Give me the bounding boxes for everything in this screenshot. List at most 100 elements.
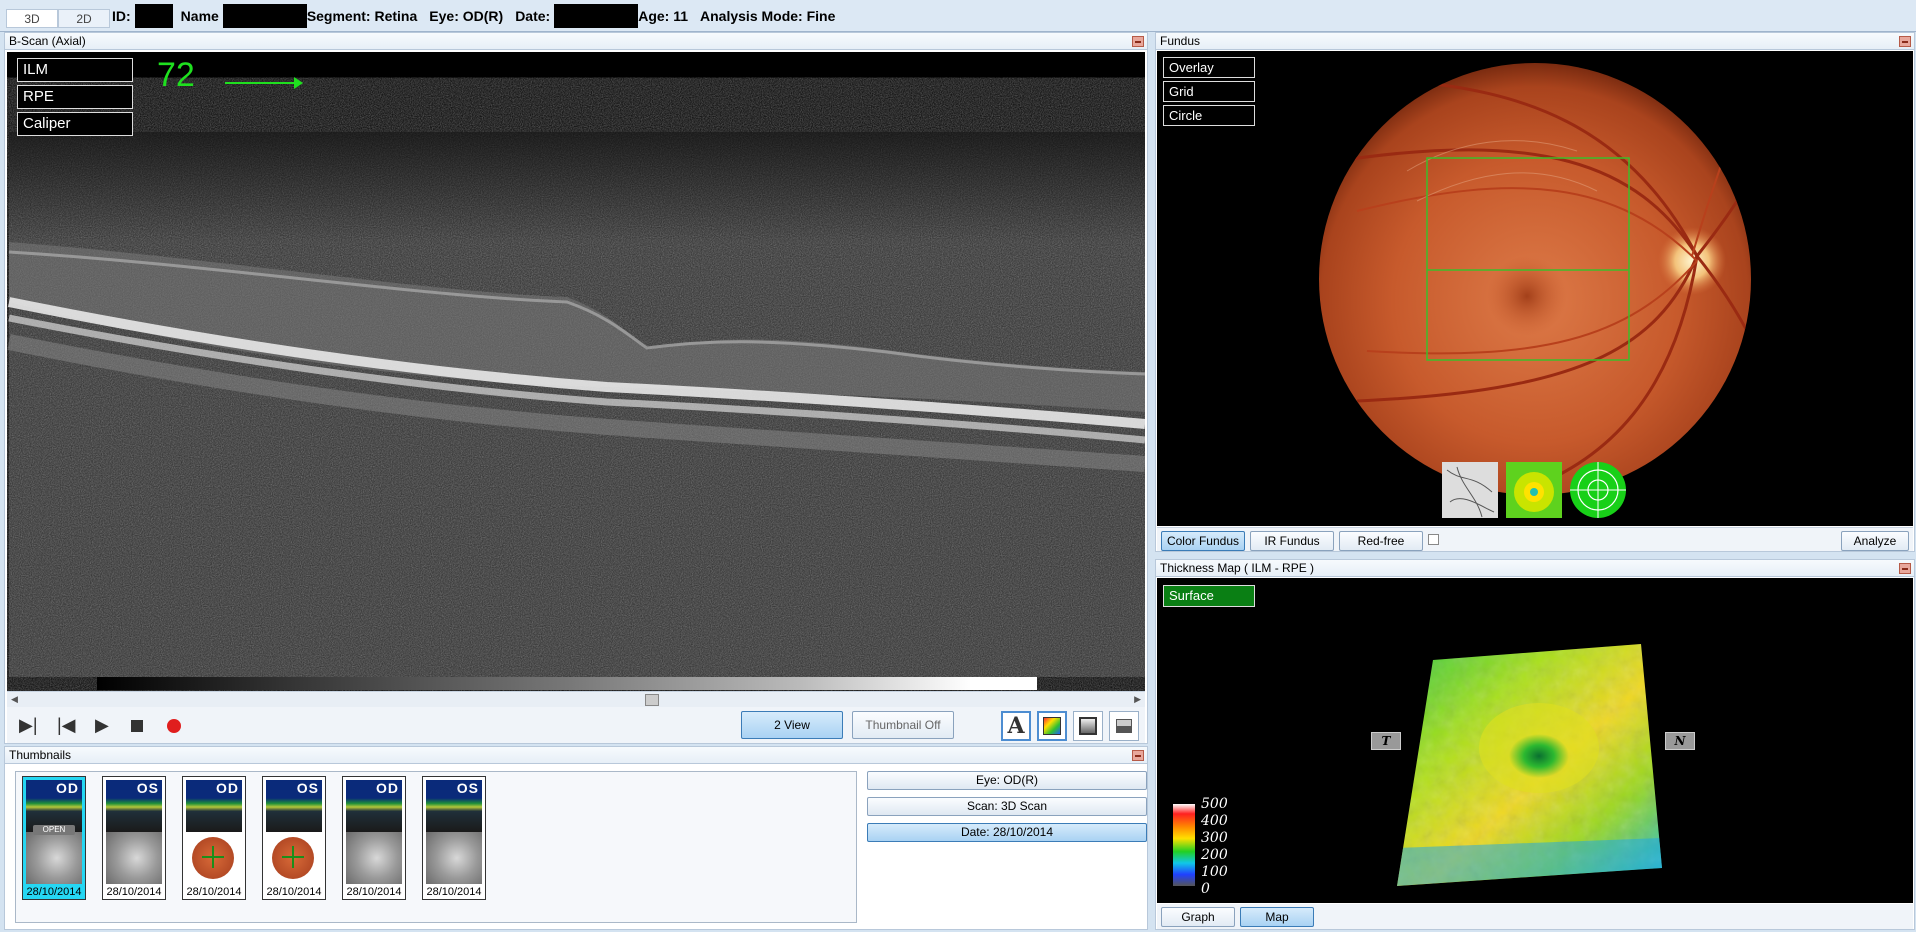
- map-button[interactable]: Map: [1240, 907, 1314, 927]
- minimize-icon[interactable]: [1132, 750, 1144, 761]
- tab-3d[interactable]: 3D: [6, 9, 58, 28]
- grid-button[interactable]: Grid: [1163, 81, 1255, 102]
- playback-controls: ▶| |◀ ▶ 2 View Thumbnail Off A: [7, 707, 1145, 743]
- invert-icon: [1116, 719, 1132, 733]
- thumbnail-list: OD OPEN 28/10/2014 OS 28/10/2014 OD 28/1…: [15, 771, 857, 923]
- bscan-title-text: B-Scan (Axial): [9, 34, 86, 48]
- nasal-label: N: [1665, 732, 1695, 750]
- ir-fundus-button[interactable]: IR Fundus: [1250, 531, 1334, 551]
- thumbnail-off-button[interactable]: Thumbnail Off: [852, 711, 954, 739]
- stop-icon[interactable]: [131, 720, 143, 732]
- thickness-title: Thickness Map ( ILM - RPE ): [1156, 560, 1914, 577]
- thumbnail-item[interactable]: OD 28/10/2014: [182, 776, 246, 900]
- fundus-image: [1319, 63, 1751, 518]
- open-badge: OPEN: [33, 825, 75, 835]
- scroll-left-icon[interactable]: ◀: [11, 694, 18, 705]
- color-map-button[interactable]: [1037, 711, 1067, 741]
- analyze-button[interactable]: Analyze: [1841, 531, 1909, 551]
- play-icon[interactable]: ▶: [95, 715, 109, 736]
- thickness-thumbnail[interactable]: [1506, 462, 1562, 518]
- fundus-thumb-image: [266, 832, 322, 884]
- fundus-thumb-image: [426, 832, 482, 884]
- step-back-icon[interactable]: |◀: [57, 715, 76, 736]
- color-palette-icon: [1043, 717, 1061, 735]
- eye-filter-button[interactable]: Eye: OD(R): [867, 771, 1147, 790]
- tab-2d[interactable]: 2D: [58, 9, 110, 28]
- scrollbar-thumb[interactable]: [645, 694, 659, 706]
- red-free-checkbox[interactable]: [1428, 534, 1439, 545]
- grayscale-bar: [97, 677, 1037, 690]
- thumbnail-item[interactable]: OD OPEN 28/10/2014: [22, 776, 86, 900]
- step-forward-icon[interactable]: ▶|: [19, 715, 38, 736]
- bscan-title: B-Scan (Axial): [5, 33, 1147, 50]
- thickness-view[interactable]: Surface T N 500 400 300 200 100 0: [1157, 578, 1913, 903]
- rpe-button[interactable]: RPE: [17, 85, 133, 109]
- thickness-surface-3d: [1397, 644, 1662, 886]
- color-fundus-button[interactable]: Color Fundus: [1161, 531, 1245, 551]
- view-tabs: 3D 2D: [6, 9, 110, 28]
- fundus-thumb-image: [186, 832, 242, 884]
- overlay-button[interactable]: Overlay: [1163, 57, 1255, 78]
- id-redaction: [134, 4, 173, 28]
- ilm-button[interactable]: ILM: [17, 58, 133, 82]
- fundus-thumb-image: [346, 832, 402, 884]
- scan-direction-arrow-icon: [225, 77, 303, 89]
- legend-label: 500: [1201, 796, 1228, 812]
- grayscale-icon: [1079, 717, 1097, 735]
- scroll-right-icon[interactable]: ▶: [1134, 694, 1141, 705]
- eye-tag: OD: [216, 780, 239, 796]
- thumbnails-panel: Thumbnails OD OPEN 28/10/2014 OS 28/10/2…: [4, 746, 1148, 930]
- vessel-thumbnail[interactable]: [1442, 462, 1498, 518]
- thumbnail-item[interactable]: OS 28/10/2014: [262, 776, 326, 900]
- thumbnails-title-text: Thumbnails: [9, 748, 72, 762]
- slice-number: 72: [157, 56, 195, 94]
- slice-scrollbar[interactable]: ◀ ▶: [7, 691, 1145, 707]
- grayscale-button[interactable]: [1073, 711, 1103, 741]
- thumbnail-item[interactable]: OS 28/10/2014: [102, 776, 166, 900]
- fundus-panel: Fundus Overlay Grid Circle Color Fundus …: [1155, 32, 1915, 552]
- caliper-button[interactable]: Caliper: [17, 112, 133, 136]
- red-free-button[interactable]: Red-free: [1339, 531, 1423, 551]
- minimize-icon[interactable]: [1899, 36, 1911, 47]
- eye-tag: OS: [456, 780, 479, 796]
- invert-button[interactable]: [1109, 711, 1139, 741]
- graph-button[interactable]: Graph: [1161, 907, 1235, 927]
- thickness-map-panel: Thickness Map ( ILM - RPE ) Surface T N …: [1155, 559, 1915, 930]
- oct-scan-image: [7, 132, 1145, 677]
- name-redaction: [222, 4, 307, 28]
- date-redaction: [554, 4, 639, 28]
- thumb-date: 28/10/2014: [26, 886, 82, 898]
- thumb-date: 28/10/2014: [266, 886, 322, 898]
- surface-button[interactable]: Surface: [1163, 585, 1255, 607]
- scan-filter-button[interactable]: Scan: 3D Scan: [867, 797, 1147, 816]
- legend-label: 0: [1201, 881, 1210, 897]
- eye-tag: OS: [296, 780, 319, 796]
- id-label: ID:: [112, 8, 131, 24]
- legend-label: 300: [1201, 830, 1228, 846]
- fundus-thumb-image: [26, 832, 82, 884]
- date-filter-button[interactable]: Date: 28/10/2014: [867, 823, 1147, 842]
- minimize-icon[interactable]: [1132, 36, 1144, 47]
- temporal-label: T: [1371, 732, 1401, 750]
- thumb-date: 28/10/2014: [346, 886, 402, 898]
- fundus-title-text: Fundus: [1160, 34, 1201, 48]
- text-annotation-button[interactable]: A: [1001, 711, 1031, 741]
- date-label: Date:: [515, 8, 551, 24]
- etdrs-grid-thumbnail[interactable]: [1570, 462, 1626, 518]
- thumbnail-item[interactable]: OS 28/10/2014: [422, 776, 486, 900]
- legend-label: 100: [1201, 864, 1228, 880]
- legend-label: 400: [1201, 813, 1228, 829]
- thumb-date: 28/10/2014: [426, 886, 482, 898]
- two-view-button[interactable]: 2 View: [741, 711, 843, 739]
- bscan-panel: B-Scan (Axial) ILM RPE Caliper 72 ◀ ▶ ▶|…: [4, 32, 1148, 744]
- fundus-thumb-image: [106, 832, 162, 884]
- bscan-image[interactable]: ILM RPE Caliper 72: [7, 52, 1145, 691]
- circle-button[interactable]: Circle: [1163, 105, 1255, 126]
- fundus-view[interactable]: Overlay Grid Circle: [1157, 51, 1913, 526]
- record-icon[interactable]: [167, 719, 181, 733]
- segment-text: Segment: Retina: [306, 8, 418, 24]
- minimize-icon[interactable]: [1899, 563, 1911, 574]
- eye-tag: OD: [376, 780, 399, 796]
- thumbnails-title: Thumbnails: [5, 747, 1147, 764]
- thumbnail-item[interactable]: OD 28/10/2014: [342, 776, 406, 900]
